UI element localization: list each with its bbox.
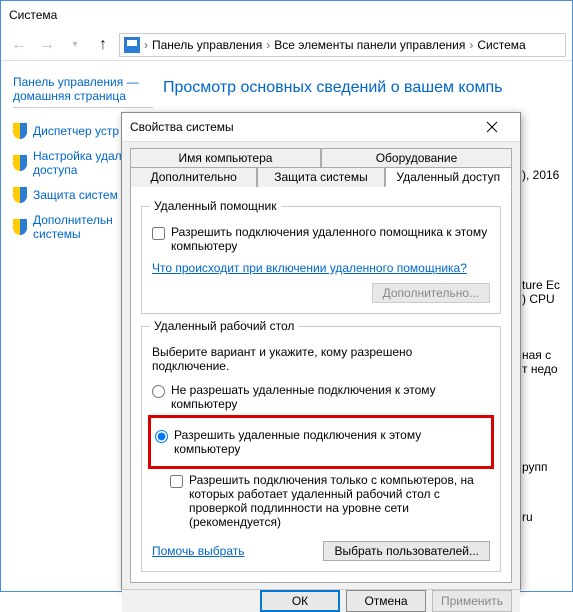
forward-button: → <box>35 33 59 57</box>
allow-remote-assistance-checkbox[interactable]: Разрешить подключения удаленного помощни… <box>152 225 490 253</box>
ok-button[interactable]: ОК <box>260 590 340 612</box>
system-properties-dialog: Свойства системы Имя компьютера Оборудов… <box>121 112 521 590</box>
group-legend: Удаленный рабочий стол <box>150 319 298 333</box>
help-choose-link[interactable]: Помочь выбрать <box>152 544 245 558</box>
close-button[interactable] <box>472 113 512 141</box>
tab-system-protection[interactable]: Защита системы <box>257 167 384 187</box>
checkbox-input[interactable] <box>170 475 183 488</box>
dropdown-history[interactable]: ▾ <box>63 33 87 57</box>
back-button[interactable]: ← <box>7 33 31 57</box>
sidebar-item-label: Диспетчер устр <box>33 124 119 138</box>
breadcrumb[interactable]: › Панель управления › Все элементы панел… <box>119 33 566 57</box>
tab-advanced[interactable]: Дополнительно <box>130 167 257 187</box>
shield-icon <box>13 155 27 171</box>
right-text-fragment: ), 2016 <box>522 168 559 182</box>
remote-desktop-group: Удаленный рабочий стол Выберите вариант … <box>141 326 501 572</box>
chevron-right-icon: › <box>142 38 150 52</box>
right-text-fragment: рупп <box>522 460 548 474</box>
radio-input[interactable] <box>155 430 168 443</box>
tab-panel-remote: Удаленный помощник Разрешить подключения… <box>130 186 512 583</box>
up-button[interactable]: ↑ <box>91 33 115 57</box>
breadcrumb-item[interactable]: Все элементы панели управления <box>274 38 465 52</box>
tab-remote[interactable]: Удаленный доступ <box>385 167 512 187</box>
window-title: Система <box>1 1 572 29</box>
allow-remote-connections-radio[interactable]: Разрешить удаленные подключения к этому … <box>155 428 487 456</box>
control-panel-home-link[interactable]: Панель управления — домашняя страница <box>13 75 153 108</box>
dialog-title: Свойства системы <box>130 120 472 134</box>
right-text-fragment: ная с <box>522 348 551 362</box>
right-text-fragment: ) CPU <box>522 292 555 306</box>
dialog-body: Имя компьютера Оборудование Дополнительн… <box>122 142 520 589</box>
remote-desktop-intro: Выберите вариант и укажите, кому разреше… <box>152 345 490 373</box>
breadcrumb-item[interactable]: Система <box>477 38 525 52</box>
nla-checkbox[interactable]: Разрешить подключения только с компьютер… <box>170 473 490 529</box>
sidebar-item-label: Защита систем <box>33 188 118 202</box>
shield-icon <box>13 187 27 203</box>
disallow-remote-connections-radio[interactable]: Не разрешать удаленные подключения к это… <box>152 383 490 411</box>
chevron-right-icon: › <box>467 38 475 52</box>
sidebar-item-label: Настройка удал доступа <box>33 149 122 177</box>
chevron-right-icon: › <box>264 38 272 52</box>
sidebar-item-label: Дополнительн системы <box>33 213 113 241</box>
group-legend: Удаленный помощник <box>150 199 281 213</box>
radio-label: Разрешить удаленные подключения к этому … <box>174 428 487 456</box>
tab-hardware[interactable]: Оборудование <box>321 148 512 167</box>
right-text-fragment: т недо <box>522 362 558 376</box>
highlight-annotation: Разрешить удаленные подключения к этому … <box>148 415 494 469</box>
remote-assistance-group: Удаленный помощник Разрешить подключения… <box>141 206 501 314</box>
shield-icon <box>13 219 27 235</box>
remote-assistance-help-link[interactable]: Что происходит при включении удаленного … <box>152 261 467 275</box>
checkbox-label: Разрешить подключения только с компьютер… <box>189 473 490 529</box>
shield-icon <box>13 123 27 139</box>
remote-assistance-advanced-button[interactable]: Дополнительно... <box>372 283 490 303</box>
nav-toolbar: ← → ▾ ↑ › Панель управления › Все элемен… <box>1 29 572 61</box>
checkbox-input[interactable] <box>152 227 165 240</box>
checkbox-label: Разрешить подключения удаленного помощни… <box>171 225 490 253</box>
right-text-fragment: ture Ec <box>522 278 560 292</box>
cancel-button[interactable]: Отмена <box>346 590 426 612</box>
dialog-footer: ОК Отмена Применить <box>122 589 520 612</box>
tab-computer-name[interactable]: Имя компьютера <box>130 148 321 167</box>
apply-button[interactable]: Применить <box>432 590 512 612</box>
dialog-titlebar: Свойства системы <box>122 113 520 142</box>
right-text-fragment: ru <box>522 510 533 524</box>
radio-label: Не разрешать удаленные подключения к это… <box>171 383 490 411</box>
control-panel-icon <box>124 37 140 53</box>
page-title: Просмотр основных сведений о вашем компь <box>163 75 560 97</box>
select-users-button[interactable]: Выбрать пользователей... <box>323 541 490 561</box>
radio-input[interactable] <box>152 385 165 398</box>
breadcrumb-item[interactable]: Панель управления <box>152 38 262 52</box>
